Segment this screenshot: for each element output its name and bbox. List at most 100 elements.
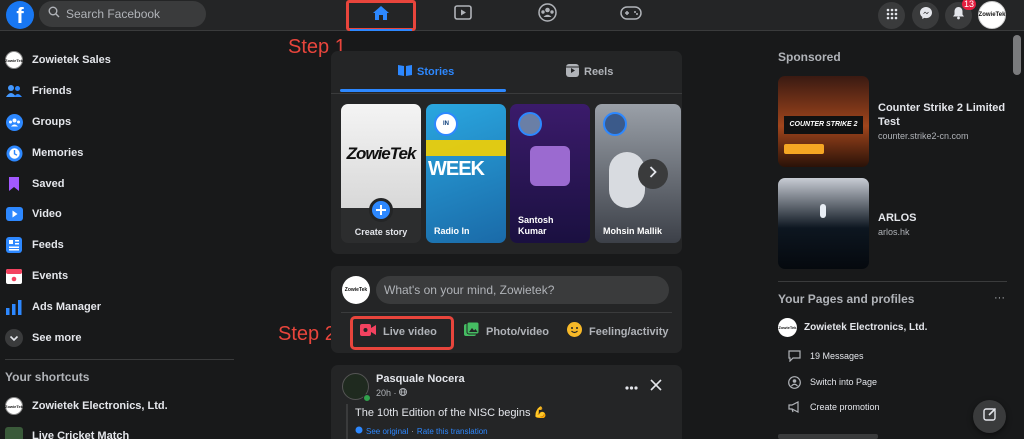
reels-icon	[566, 64, 579, 80]
sidebar-item-see-more[interactable]: See more	[5, 325, 82, 351]
page-name[interactable]: Zowietek Electronics, Ltd.	[804, 322, 927, 333]
story-avatar	[518, 112, 542, 136]
search-bar[interactable]	[39, 1, 206, 27]
page-action-switch[interactable]: Switch into Page	[788, 373, 877, 391]
stories-next-button[interactable]	[638, 159, 668, 189]
story-avatar	[603, 112, 627, 136]
live-video-icon	[360, 323, 376, 341]
page-action-label: Switch into Page	[810, 377, 878, 387]
composer-avatar[interactable]: ZowieTek	[342, 276, 370, 304]
add-story-plus-icon[interactable]	[369, 198, 393, 222]
translate-icon	[355, 426, 363, 436]
sidebar-item-profile[interactable]: ZowieTek Zowietek Sales	[5, 47, 111, 73]
online-status-dot	[363, 394, 371, 402]
post-meta: 20h ·	[376, 388, 407, 398]
photo-video-button[interactable]: Photo/video	[464, 321, 549, 342]
tab-stories-label: Stories	[417, 65, 455, 78]
page-action-promotion[interactable]: Create promotion	[788, 398, 880, 416]
translation-links: See original · Rate this translation	[355, 426, 488, 436]
post-time[interactable]: 20h ·	[376, 388, 397, 398]
post-text: The 10th Edition of the NISC begins 💪	[355, 407, 548, 419]
chevron-down-icon	[5, 329, 23, 347]
live-video-label: Live video	[383, 326, 437, 338]
tab-groups[interactable]	[512, 0, 582, 30]
shortcut-live-cricket-match[interactable]: Live Cricket Match	[5, 423, 129, 439]
active-tab-indicator	[350, 29, 412, 31]
ad-arlos-image[interactable]	[778, 178, 869, 269]
pages-profiles-title: Your Pages and profiles	[778, 292, 915, 306]
events-icon	[5, 267, 23, 285]
groups-icon	[537, 3, 557, 27]
menu-grid-button[interactable]	[878, 2, 905, 29]
sidebar-item-groups[interactable]: Groups	[5, 109, 71, 135]
pages-more-button[interactable]: ···	[994, 292, 1005, 304]
see-original-link[interactable]: See original	[366, 427, 408, 436]
sidebar-item-label: Saved	[32, 178, 65, 190]
chevron-right-icon	[649, 165, 657, 183]
post-more-options-button[interactable]	[625, 379, 638, 393]
sidebar-item-label: Memories	[32, 147, 84, 159]
page-avatar[interactable]: ZowieTek	[778, 318, 797, 337]
story-name: Santosh Kumar	[518, 215, 554, 236]
sidebar-item-saved[interactable]: Saved	[5, 171, 64, 197]
page-action-label: 19 Messages	[810, 351, 864, 361]
post-close-button[interactable]	[650, 378, 662, 396]
sidebar-item-events[interactable]: Events	[5, 263, 68, 289]
story-santosh-kumar[interactable]: Santosh Kumar	[510, 104, 590, 243]
page-action-messages[interactable]: 19 Messages	[788, 347, 864, 365]
post-author-name[interactable]: Pasquale Nocera	[376, 373, 465, 385]
sidebar-item-friends[interactable]: Friends	[5, 78, 72, 104]
messenger-icon	[919, 6, 933, 25]
account-avatar[interactable]: ZowieTek	[978, 1, 1006, 29]
sidebar-item-label: Events	[32, 270, 69, 282]
sidebar-item-video[interactable]: Video	[5, 201, 62, 227]
shortcut-label: Zowietek Electronics, Ltd.	[32, 400, 168, 412]
groups-icon	[5, 113, 23, 131]
right-section-header-partial	[778, 434, 878, 439]
feeling-activity-button[interactable]: Feeling/activity	[567, 322, 668, 342]
sidebar-item-label: See more	[32, 332, 82, 344]
stories-tab-indicator	[340, 89, 506, 92]
sidebar-item-ads-manager[interactable]: Ads Manager	[5, 294, 101, 320]
profile-avatar: ZowieTek	[5, 51, 23, 69]
watch-icon	[454, 5, 472, 25]
saved-icon	[5, 175, 23, 193]
story-banner-text: WEEK	[428, 158, 485, 180]
sidebar-item-label: Feeds	[32, 239, 64, 251]
menu-grid-icon	[886, 7, 898, 25]
shortcut-zowietek-electronics[interactable]: ZowieTek Zowietek Electronics, Ltd.	[5, 393, 168, 419]
ad-title[interactable]: Counter Strike 2 Limited Test	[878, 101, 1008, 129]
tab-stories[interactable]: Stories	[398, 64, 454, 79]
story-radio-in[interactable]: IN WEEK Radio In	[426, 104, 506, 243]
ad-cta-badge	[784, 144, 824, 154]
sidebar-item-feeds[interactable]: Feeds	[5, 232, 64, 258]
story-avatar: IN	[434, 112, 458, 136]
sidebar-item-label: Groups	[32, 116, 72, 128]
sidebar-item-memories[interactable]: Memories	[5, 140, 83, 166]
feeling-icon	[567, 322, 582, 342]
page-scrollbar-thumb[interactable]	[1013, 35, 1021, 75]
ad-title[interactable]: ARLOS	[878, 211, 917, 225]
memories-icon	[5, 144, 23, 162]
facebook-logo[interactable]: f	[6, 1, 34, 29]
sidebar-divider	[5, 359, 234, 360]
ad-product-shape	[820, 204, 826, 218]
tab-reels[interactable]: Reels	[566, 64, 613, 80]
ad-cs2-image[interactable]: COUNTER STRIKE 2	[778, 76, 869, 167]
step2-label: Step 2	[278, 323, 336, 345]
ad-url: counter.strike2-cn.com	[878, 131, 969, 141]
messenger-button[interactable]	[912, 2, 939, 29]
tab-watch[interactable]	[428, 0, 498, 30]
story-create-banner: ZowieTek	[346, 144, 417, 163]
search-input[interactable]	[66, 7, 196, 21]
live-video-button[interactable]: Live video	[360, 322, 437, 342]
tab-gaming[interactable]	[596, 0, 666, 30]
shortcut-label: Live Cricket Match	[32, 430, 130, 439]
story-create[interactable]: ZowieTek Create story	[341, 104, 421, 243]
new-message-button[interactable]	[973, 400, 1006, 433]
translation-quote-bar	[346, 404, 348, 439]
megaphone-icon	[788, 401, 802, 413]
search-icon	[48, 5, 60, 23]
rate-translation-link[interactable]: Rate this translation	[417, 427, 488, 436]
composer-input[interactable]: What's on your mind, Zowietek?	[376, 276, 669, 304]
